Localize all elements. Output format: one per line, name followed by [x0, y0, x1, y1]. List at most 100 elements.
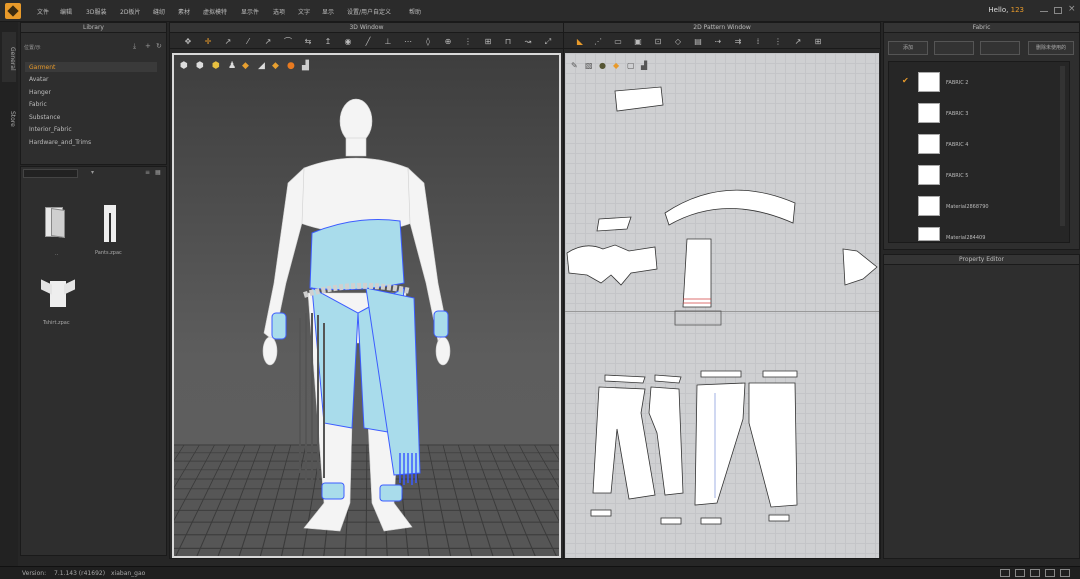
avatar-icon[interactable]: ♟	[228, 61, 236, 71]
free-sewing-icon[interactable]: ⇉	[734, 38, 742, 46]
menu-edit[interactable]: 编辑	[60, 7, 72, 16]
grid-icon[interactable]: ⊞	[814, 38, 822, 46]
fabric-item-3[interactable]: FABRIC 4	[946, 142, 968, 148]
tshirt-icon[interactable]	[41, 279, 75, 309]
3d-viewport[interactable]: ⬢ ⬢ ⬢ ♟ ◆ ◢ ◆ ● ▟	[172, 53, 561, 558]
button-icon[interactable]: ⊕	[444, 38, 452, 46]
measure-icon[interactable]: ⊥	[384, 38, 392, 46]
menu-text[interactable]: 文字	[298, 7, 310, 16]
library-item-hardware[interactable]: Hardware_and_Trims	[29, 139, 91, 146]
menu-3d-garment[interactable]: 3D服装	[86, 7, 106, 16]
menu-sewing[interactable]: 缝纫	[153, 7, 165, 16]
layout-quad-icon[interactable]	[1060, 569, 1070, 577]
segment-sewing-icon[interactable]: ⇢	[714, 38, 722, 46]
dart-icon[interactable]: ◇	[674, 38, 682, 46]
pen-icon[interactable]: ↗	[264, 38, 272, 46]
arrange-icon[interactable]: ⇆	[304, 38, 312, 46]
menu-2d-pattern[interactable]: 2D板片	[120, 7, 140, 16]
folder-icon[interactable]	[45, 207, 67, 239]
menu-file[interactable]: 文件	[37, 7, 49, 16]
garment-display-icon[interactable]: ⬢	[196, 61, 204, 71]
menu-help[interactable]: 帮助	[409, 7, 421, 16]
layout-3d-icon[interactable]	[1015, 569, 1025, 577]
fabric-item-6[interactable]: Material284409	[946, 235, 985, 241]
fabric-swatch-5[interactable]	[918, 196, 940, 216]
close-icon[interactable]: ×	[1068, 4, 1076, 14]
view-grid-icon[interactable]: ▦	[155, 169, 161, 176]
menu-display[interactable]: 显示	[322, 7, 334, 16]
line-icon[interactable]: ╱	[364, 38, 372, 46]
internal-polygon-icon[interactable]: ⊡	[654, 38, 662, 46]
view-list-icon[interactable]: ≡	[145, 169, 150, 176]
point-icon[interactable]: ◉	[344, 38, 352, 46]
layout-split-icon[interactable]	[1045, 569, 1055, 577]
menu-materials[interactable]: 素材	[178, 7, 190, 16]
minimize-icon[interactable]	[1040, 11, 1048, 18]
refresh-icon[interactable]: ↻	[156, 42, 162, 50]
fold-icon[interactable]: ⌒	[284, 38, 292, 46]
trim-icon[interactable]: ◊	[424, 38, 432, 46]
library-item-hanger[interactable]: Hanger	[29, 89, 51, 96]
menu-settings[interactable]: 设置/用户自定义	[347, 7, 391, 16]
topstitch-icon[interactable]: ↝	[524, 38, 532, 46]
add-icon[interactable]: +	[145, 42, 151, 50]
menu-avatar[interactable]: 虚拟模特	[203, 7, 227, 16]
menu-options[interactable]: 选项	[273, 7, 285, 16]
hanger-icon[interactable]: ◢	[258, 61, 265, 71]
elastic-icon[interactable]: ⁞	[754, 38, 762, 46]
trace-icon[interactable]: ▤	[694, 38, 702, 46]
download-icon[interactable]: ⤓	[133, 42, 136, 51]
fabric-item-2[interactable]: FABRIC 3	[946, 111, 968, 117]
fabric-item-1[interactable]: FABRIC 2	[946, 80, 968, 86]
camera-icon[interactable]: ◆	[272, 61, 279, 71]
fabric-remove-unused-button[interactable]: 删除未使用的	[1028, 41, 1074, 55]
transform-pattern-icon[interactable]: ◣	[576, 38, 584, 46]
library-item-avatar[interactable]: Avatar	[29, 76, 48, 83]
pin-icon[interactable]: ↗	[224, 38, 232, 46]
fabric-swatch-1[interactable]	[918, 72, 940, 92]
select-icon[interactable]: ✥	[184, 38, 192, 46]
brush-icon[interactable]: ⁄	[244, 38, 252, 46]
edit-texture-icon[interactable]: ↗	[794, 38, 802, 46]
chevron-down-icon[interactable]: ▾	[91, 169, 94, 176]
tab-general[interactable]: General	[2, 32, 16, 82]
2d-viewport[interactable]: ✎ ▧ ● ◆ ▢ ▟	[565, 53, 879, 558]
pleat-icon[interactable]: ⋮	[774, 38, 782, 46]
maximize-icon[interactable]	[1054, 7, 1062, 14]
tape-icon[interactable]: ⊓	[504, 38, 512, 46]
texture-display-icon[interactable]: ⬢	[212, 61, 220, 71]
puckering-icon[interactable]: ⤢	[544, 38, 552, 46]
library-item-garment[interactable]: Garment	[29, 64, 55, 71]
fabric-swatch-3[interactable]	[918, 134, 940, 154]
zip-icon[interactable]: ⋮	[464, 38, 472, 46]
fabric-item-4[interactable]: FABRIC 5	[946, 173, 968, 179]
snapshot-icon[interactable]: ▟	[302, 61, 309, 71]
avatar-display-icon[interactable]: ⬢	[180, 61, 188, 71]
layout-2d-icon[interactable]	[1030, 569, 1040, 577]
move-icon[interactable]: ✛	[204, 38, 212, 46]
fabric-copy-button[interactable]	[934, 41, 974, 55]
fabric-delete-button[interactable]	[980, 41, 1020, 55]
fabric-swatch-2[interactable]	[918, 103, 940, 123]
polygon-icon[interactable]: ▭	[614, 38, 622, 46]
tab-store[interactable]: Store	[2, 92, 16, 142]
rectangle-icon[interactable]: ▣	[634, 38, 642, 46]
seam-icon[interactable]: ⋯	[404, 38, 412, 46]
view-dropdown[interactable]	[23, 169, 78, 178]
layout-single-icon[interactable]	[1000, 569, 1010, 577]
menu-display-pieces[interactable]: 显示件	[241, 7, 259, 16]
app-logo-icon[interactable]	[5, 3, 21, 19]
fabric-scrollbar[interactable]	[1060, 66, 1065, 226]
fabric-add-button[interactable]: 添加	[888, 41, 928, 55]
tack-icon[interactable]: ↥	[324, 38, 332, 46]
fabric-swatch-6[interactable]	[918, 227, 940, 241]
fabric-swatch-4[interactable]	[918, 165, 940, 185]
light-icon[interactable]: ●	[287, 61, 295, 71]
edit-pattern-icon[interactable]: ⋰	[594, 38, 602, 46]
shirt-display-icon[interactable]: ◆	[242, 61, 249, 71]
pants-icon[interactable]	[104, 205, 116, 243]
graphic-icon[interactable]: ⊞	[484, 38, 492, 46]
fabric-item-5[interactable]: Material2868790	[946, 204, 989, 210]
library-item-substance[interactable]: Substance	[29, 114, 60, 121]
library-item-fabric[interactable]: Fabric	[29, 101, 47, 108]
